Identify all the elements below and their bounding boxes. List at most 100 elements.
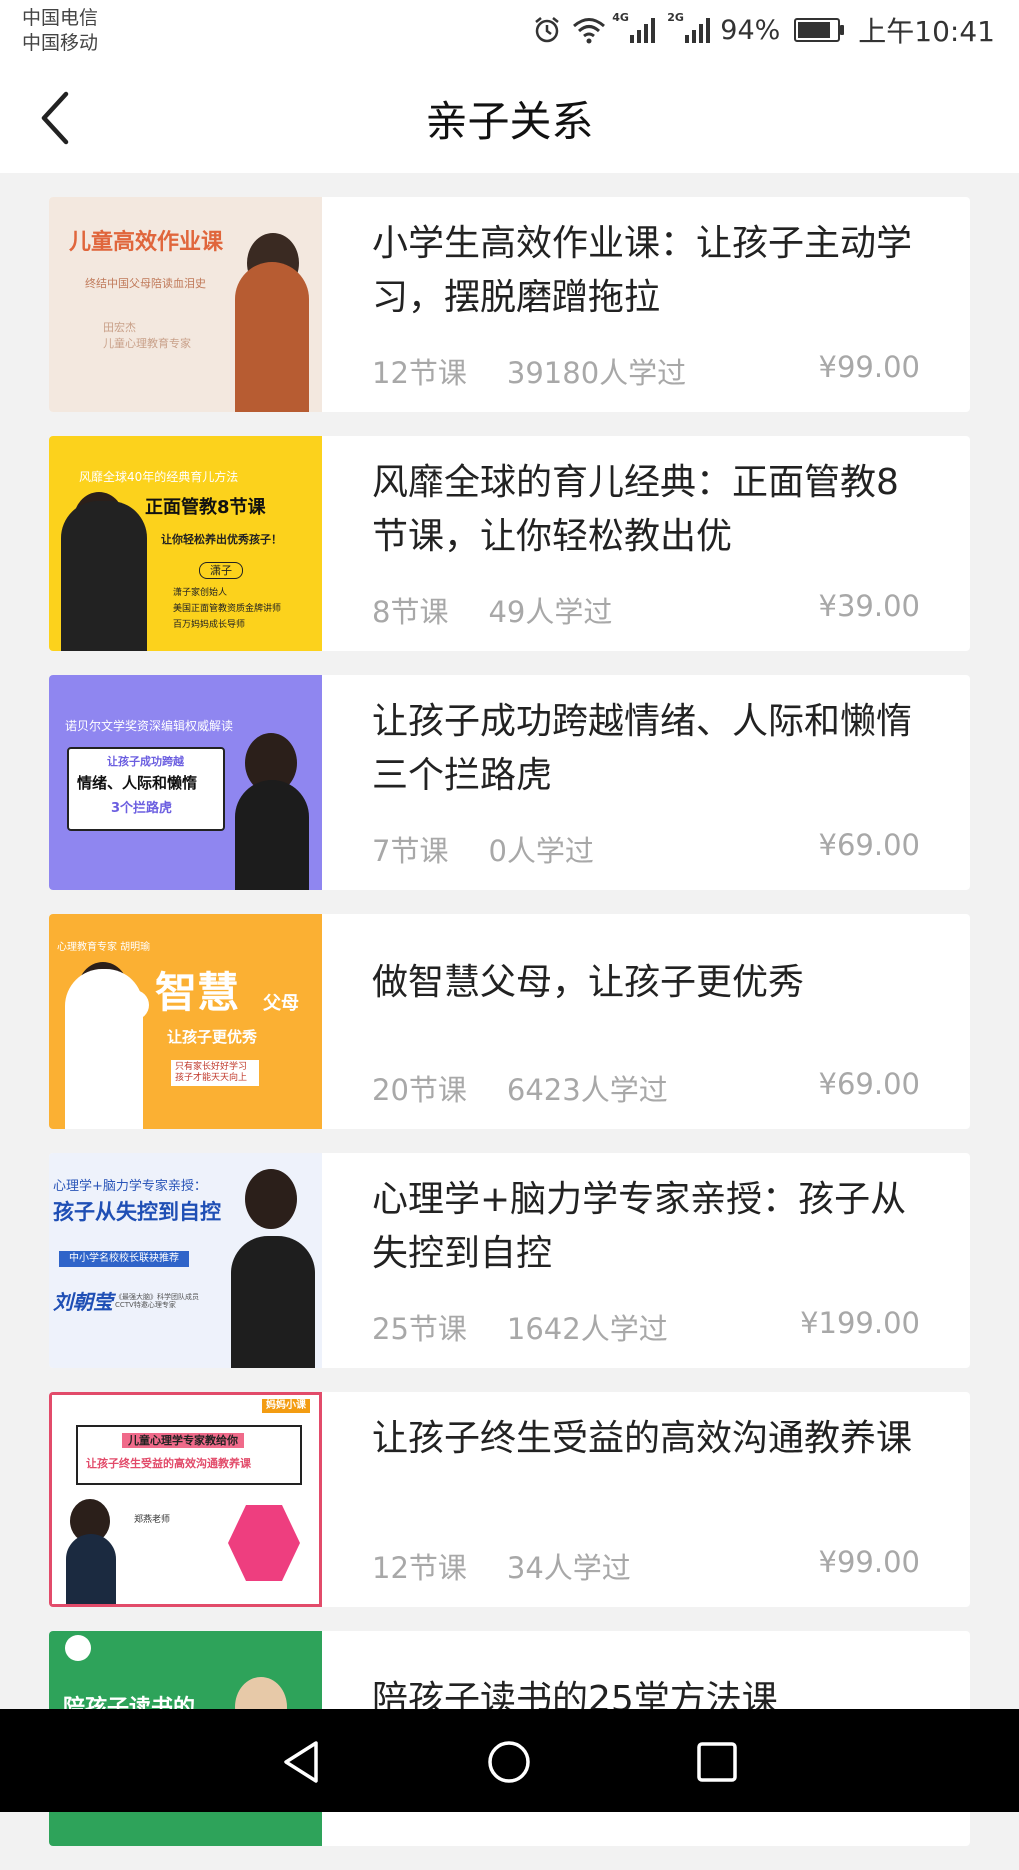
course-title: 风靡全球的育儿经典：正面管教8节课，让你轻松教出优 [372,462,899,557]
thumb-point: 百万妈妈成长导师 [173,620,246,630]
wifi-icon [573,18,606,44]
learner-count: 6423人学过 [506,1073,668,1107]
course-meta: 7节课 0人学过 ¥69.00 [372,828,920,870]
teacher-photo [66,1534,116,1604]
learner-count: 1642人学过 [506,1312,668,1346]
page-title: 亲子关系 [425,97,594,146]
lesson-count: 7节课 [372,834,449,868]
alarm-icon [535,17,560,43]
course-thumbnail: 妈妈小课 儿童心理学专家教给你 让孩子终生受益的高效沟通教养课 郑燕老师 [49,1392,322,1607]
course-info: 心理学+脑力学专家亲授：孩子从失控到自控 25节课 1642人学过 ¥199.0… [372,1173,920,1350]
thumb-subtitle: 诺贝尔文学奖资深编辑权威解读 [65,719,234,733]
thumb-subtitle: 心理学+脑力学专家亲授： [53,1179,207,1194]
thumb-role: 儿童心理教育专家 [103,337,191,350]
course-list: 儿童高效作业课 终结中国父母陪读血泪史 田宏杰 儿童心理教育专家 小学生高效作业… [49,197,970,1870]
teacher-photo [65,969,143,1129]
thumb-teacher: 田宏杰 [103,321,136,334]
course-card[interactable]: 妈妈小课 儿童心理学专家教给你 让孩子终生受益的高效沟通教养课 郑燕老师 让孩子… [49,1392,970,1607]
course-card[interactable]: 风靡全球40年的经典育儿方法 正面管教8节课 让你轻松养出优秀孩子！ 潇子 潇子… [49,436,970,651]
course-title: 心理学+脑力学专家亲授：孩子从失控到自控 [372,1179,907,1274]
thumb-teacher: 郑燕老师 [134,1515,171,1525]
system-nav-bar [0,1709,1019,1812]
carrier-1: 中国电信 [22,7,99,29]
course-thumbnail: 风靡全球40年的经典育儿方法 正面管教8节课 让你轻松养出优秀孩子！ 潇子 潇子… [49,436,322,651]
teacher-photo [61,501,147,651]
thumb-line: 让你轻松养出优秀孩子！ [161,533,282,546]
course-title: 做智慧父母，让孩子更优秀 [372,962,805,1003]
course-price: ¥39.00 [818,589,920,623]
course-card[interactable]: 儿童高效作业课 终结中国父母陪读血泪史 田宏杰 儿童心理教育专家 小学生高效作业… [49,197,970,412]
course-title: 让孩子成功跨越情绪、人际和懒惰三个拦路虎 [372,701,913,796]
course-price: ¥199.00 [800,1306,920,1340]
thumb-subtitle: 终结中国父母陪读血泪史 [85,277,206,290]
thumb-heading: 正面管教8节课 [145,497,266,518]
thumb-heading-2: 父母 [263,993,299,1014]
learner-count: 34人学过 [506,1551,631,1585]
course-title: 让孩子终生受益的高效沟通教养课 [372,1418,913,1459]
course-info: 让孩子终生受益的高效沟通教养课 12节课 34人学过 ¥99.00 [372,1412,920,1589]
course-title: 小学生高效作业课：让孩子主动学习，摆脱磨蹭拖拉 [372,223,913,318]
course-price: ¥99.00 [818,1545,920,1579]
carrier-2: 中国移动 [22,32,99,54]
course-info: 做智慧父母，让孩子更优秀 20节课 6423人学过 ¥69.00 [372,934,920,1111]
lesson-count: 12节课 [372,1551,467,1585]
course-thumbnail: 心理学+脑力学专家亲授： 孩子从失控到自控 中小学名校校长联袂推荐 刘朝莹 《最… [49,1153,322,1368]
course-price: ¥69.00 [818,828,920,862]
carrier-labels: 中国电信 中国移动 [22,6,98,56]
teacher-photo [235,780,309,890]
learner-count: 39180人学过 [506,356,687,390]
course-meta: 12节课 39180人学过 ¥99.00 [372,350,920,392]
signal-icon-2g: 2G [667,11,711,43]
thumb-logo [65,1635,91,1661]
thumb-note: 只有家长好好学习 孩子才能天天向上 [171,1060,259,1086]
thumb-subtitle: 风靡全球40年的经典育儿方法 [79,470,239,484]
clock: 上午10:41 [858,15,995,48]
teacher-photo [231,1236,315,1368]
thumb-heading: 智慧 [155,968,240,1017]
course-meta: 20节课 6423人学过 ¥69.00 [372,1067,920,1109]
course-info: 让孩子成功跨越情绪、人际和懒惰三个拦路虎 7节课 0人学过 ¥69.00 [372,695,920,872]
teacher-photo [235,262,309,412]
course-card[interactable]: 心理教育专家 胡明瑜 做 智慧 父母 让孩子更优秀 只有家长好好学习 孩子才能天… [49,914,970,1129]
thumb-point: 美国正面管教资质金牌讲师 [173,604,282,614]
thumb-line: 中小学名校校长联袂推荐 [59,1251,189,1267]
course-meta: 8节课 49人学过 ¥39.00 [372,589,920,631]
thumb-heading: 孩子从失控到自控 [53,1200,221,1224]
thumb-hexagon [228,1505,300,1581]
lesson-count: 25节课 [372,1312,467,1346]
course-info: 小学生高效作业课：让孩子主动学习，摆脱磨蹭拖拉 12节课 39180人学过 ¥9… [372,217,920,394]
thumb-line: 让孩子成功跨越 [107,755,184,768]
teacher-photo [245,1169,297,1229]
back-triangle-icon[interactable] [278,1739,324,1785]
lesson-count: 20节课 [372,1073,467,1107]
thumb-teacher: 潇子 [199,562,243,580]
thumb-role: 《最强大脑》科学团队成员 CCTV特邀心理专家 [115,1293,199,1310]
course-info: 风靡全球的育儿经典：正面管教8节课，让你轻松教出优 8节课 49人学过 ¥39.… [372,456,920,633]
thumb-subtitle: 让孩子终生受益的高效沟通教养课 [86,1457,251,1470]
course-price: ¥69.00 [818,1067,920,1101]
battery-icon [794,18,845,42]
course-meta: 25节课 1642人学过 ¥199.00 [372,1306,920,1348]
home-circle-icon[interactable] [486,1739,532,1785]
thumb-heading: 情绪、人际和懒惰 [77,774,198,792]
thumb-heading: 儿童心理学专家教给你 [122,1433,244,1449]
thumb-subtitle: 心理教育专家 胡明瑜 [57,942,151,953]
learner-count: 49人学过 [488,595,613,629]
nav-bar: 亲子关系 [0,60,1019,173]
status-icons: 4G 2G 94% 上午10:41 [532,10,995,50]
thumb-heading: 儿童高效作业课 [69,230,224,255]
status-bar: 中国电信 中国移动 4G 2G 94% 上午10:41 [0,0,1019,60]
lesson-count: 8节课 [372,595,449,629]
course-card[interactable]: 诺贝尔文学奖资深编辑权威解读 让孩子成功跨越 情绪、人际和懒惰 3个拦路虎 让孩… [49,675,970,890]
course-card[interactable]: 心理学+脑力学专家亲授： 孩子从失控到自控 中小学名校校长联袂推荐 刘朝莹 《最… [49,1153,970,1368]
course-price: ¥99.00 [818,350,920,384]
course-thumbnail: 心理教育专家 胡明瑜 做 智慧 父母 让孩子更优秀 只有家长好好学习 孩子才能天… [49,914,322,1129]
learner-count: 0人学过 [488,834,594,868]
signal-icon-4g: 4G [612,11,656,43]
course-meta: 12节课 34人学过 ¥99.00 [372,1545,920,1587]
thumb-tag: 3个拦路虎 [111,801,173,816]
thumb-point: 潇子家创始人 [173,588,228,598]
thumb-brand: 妈妈小课 [262,1399,310,1413]
thumb-teacher: 刘朝莹 [53,1290,113,1314]
recents-square-icon[interactable] [694,1739,740,1785]
